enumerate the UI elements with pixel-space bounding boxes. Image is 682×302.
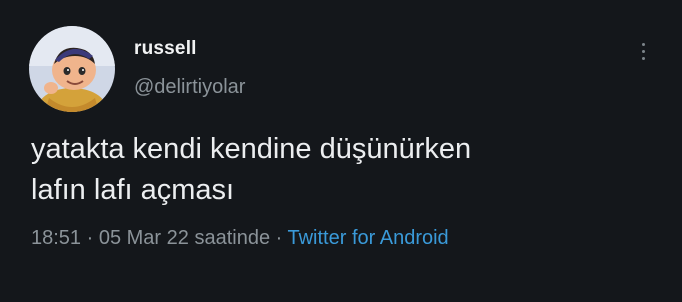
tweet-card: russell @delirtiyolar yatakta kendi kend… [0, 0, 682, 302]
avatar-image [29, 26, 115, 112]
tweet-meta: 18:51 · 05 Mar 22 saatinde · Twitter for… [31, 227, 449, 250]
tweet-source-link[interactable]: Twitter for Android [288, 227, 449, 249]
meta-separator: · [81, 227, 99, 249]
avatar[interactable] [29, 26, 115, 112]
tweet-time[interactable]: 18:51 [31, 227, 81, 249]
tweet-date[interactable]: 05 Mar 22 saatinde [99, 227, 270, 249]
more-dot [641, 42, 645, 46]
more-dot [641, 56, 645, 60]
tweet-text: yatakta kendi kendine düşünürken lafın l… [31, 133, 472, 206]
more-dot [641, 49, 645, 53]
more-vertical-icon[interactable] [634, 38, 652, 64]
display-name[interactable]: russell [134, 38, 197, 60]
user-handle[interactable]: @delirtiyolar [134, 76, 245, 99]
meta-separator: · [270, 227, 288, 249]
